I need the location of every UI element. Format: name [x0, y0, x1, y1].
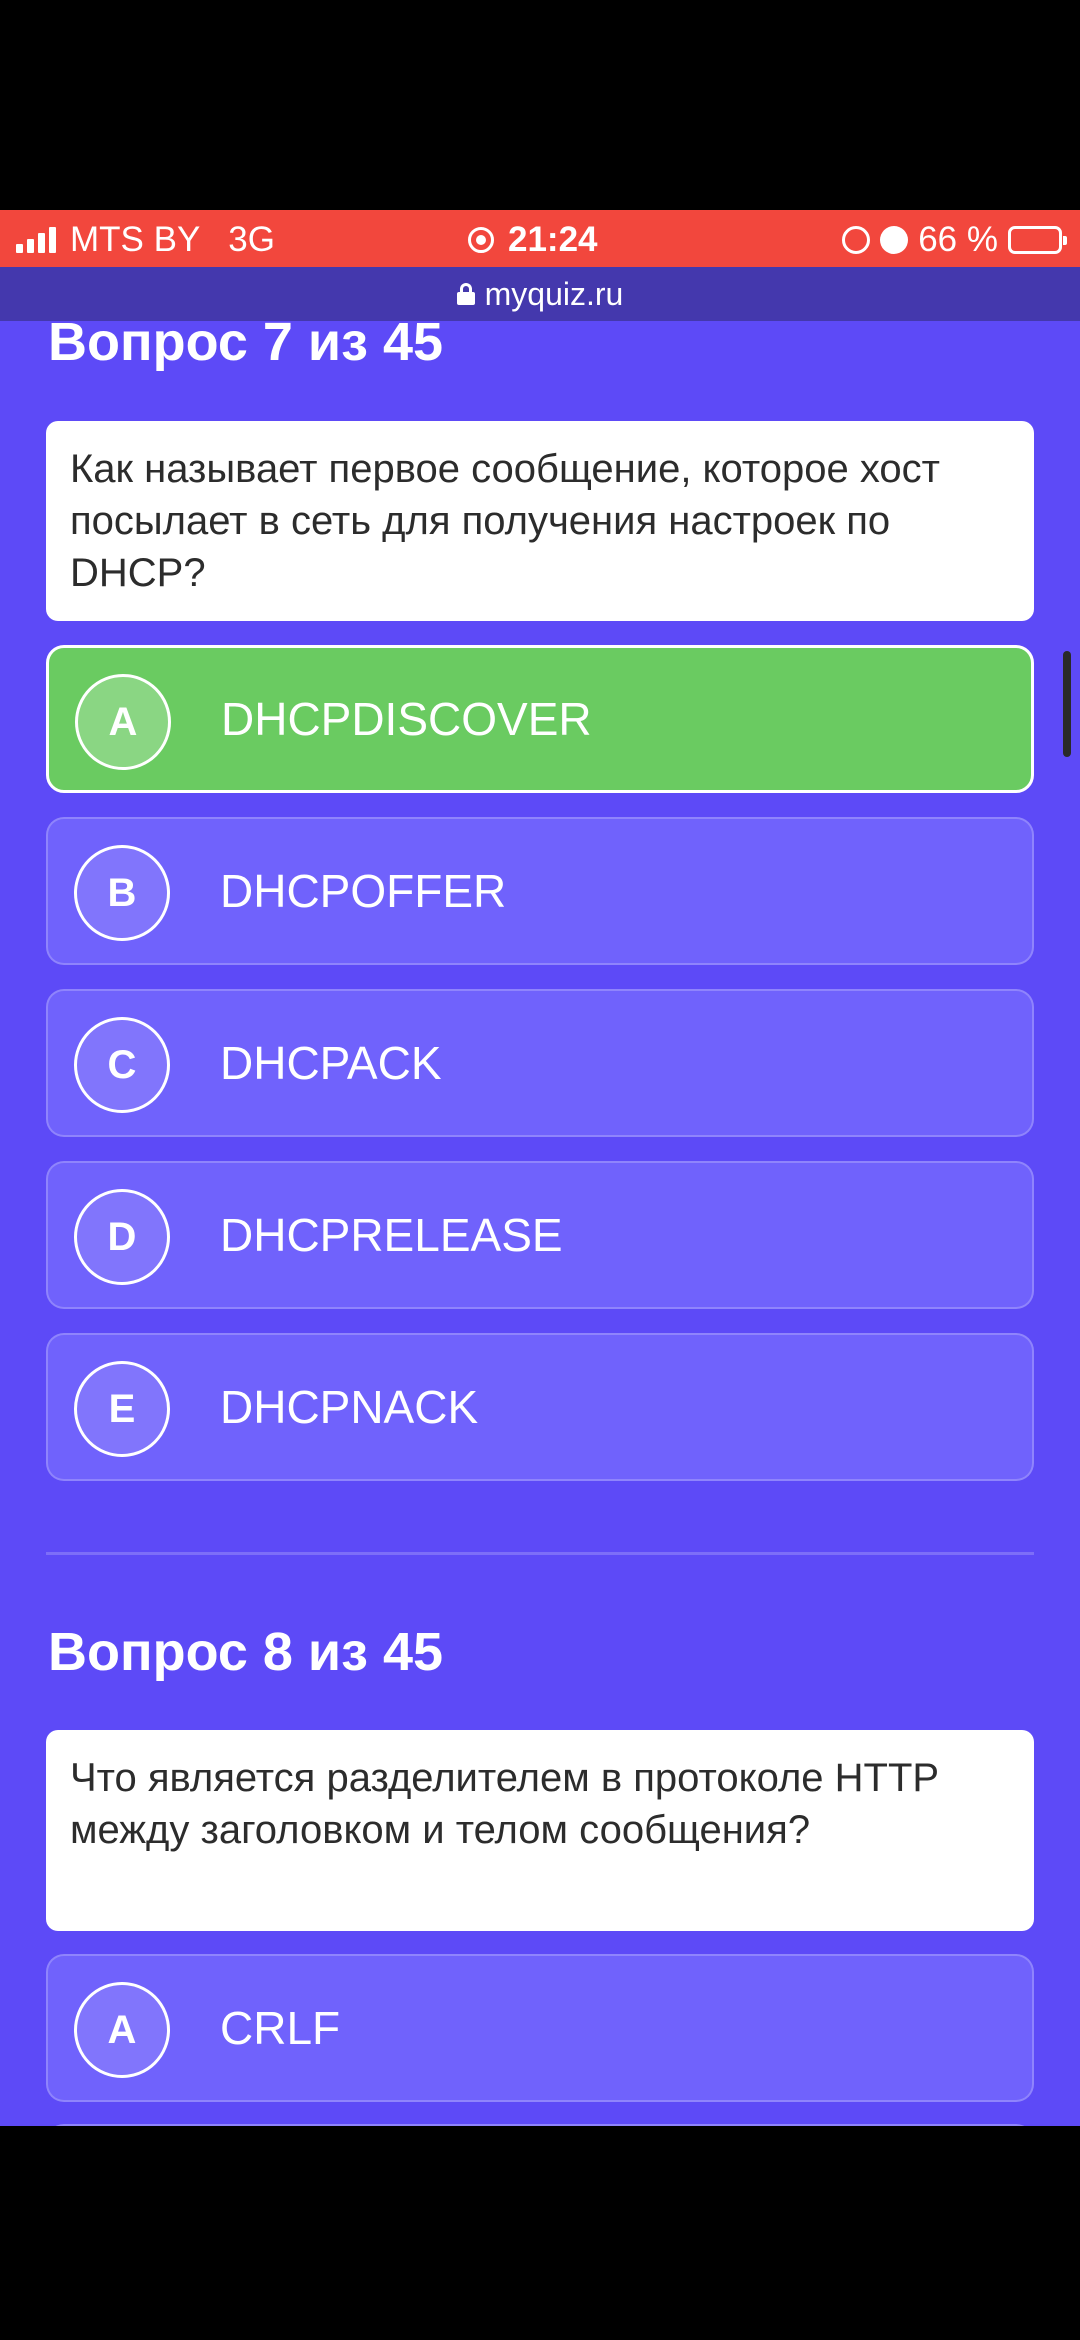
- carrier-label: MTS BY: [70, 220, 201, 259]
- url-text: myquiz.ru: [484, 275, 624, 312]
- question-7-title: Вопрос 7 из 45: [48, 321, 444, 372]
- alarm-icon: [880, 226, 909, 254]
- question-8-option-a[interactable]: A CRLF: [46, 1954, 1034, 2102]
- question-7-card: Как называет первое сообщение, которое х…: [46, 421, 1034, 621]
- option-label: DHCPACK: [220, 1037, 442, 1089]
- option-label: CRLF: [220, 2002, 341, 2054]
- quiz-page[interactable]: Вопрос 7 из 45 Как называет первое сообщ…: [0, 321, 1080, 2126]
- question-8-title: Вопрос 8 из 45: [48, 1622, 444, 1682]
- battery-percent: 66 %: [918, 220, 998, 259]
- status-left: MTS BY 3G: [16, 220, 275, 260]
- option-letter-badge: A: [75, 674, 171, 770]
- clock: 21:24: [508, 220, 598, 259]
- question-7-text: Как называет первое сообщение, которое х…: [70, 447, 940, 595]
- option-letter-badge: B: [74, 845, 170, 941]
- screen-record-icon: [468, 227, 494, 253]
- network-label: 3G: [228, 220, 275, 259]
- option-label: DHCPNACK: [220, 1381, 479, 1433]
- rotation-lock-icon: [842, 226, 871, 254]
- question-7-option-c[interactable]: C DHCPACK: [46, 989, 1034, 1137]
- bottom-black-bezel: [0, 2126, 1080, 2340]
- option-letter-badge: C: [74, 1017, 170, 1113]
- option-letter-badge: D: [74, 1189, 170, 1285]
- signal-icon: [16, 227, 56, 253]
- option-letter-badge: A: [74, 1982, 170, 2078]
- status-bar: MTS BY 3G 21:24 66 %: [0, 210, 1080, 267]
- top-black-bezel: [0, 0, 1080, 210]
- question-7-option-b[interactable]: B DHCPOFFER: [46, 817, 1034, 965]
- status-center: 21:24: [468, 220, 598, 260]
- status-right: 66 %: [842, 220, 1067, 260]
- question-7-option-a[interactable]: A DHCPDISCOVER: [46, 645, 1034, 793]
- option-letter-badge: E: [74, 1361, 170, 1457]
- question-divider: [46, 1552, 1034, 1555]
- question-8-card: Что является разделителем в протоколе HT…: [46, 1730, 1034, 1931]
- padlock-icon: [456, 283, 475, 305]
- option-label: DHCPRELEASE: [220, 1209, 563, 1261]
- battery-icon: [1008, 226, 1067, 254]
- scrollbar-thumb[interactable]: [1063, 651, 1071, 757]
- option-label: DHCPDISCOVER: [221, 693, 592, 745]
- question-8-text: Что является разделителем в протоколе HT…: [70, 1756, 939, 1852]
- question-7-option-e[interactable]: E DHCPNACK: [46, 1333, 1034, 1481]
- option-label: DHCPOFFER: [220, 865, 507, 917]
- address-bar[interactable]: myquiz.ru: [0, 267, 1080, 321]
- question-7-option-d[interactable]: D DHCPRELEASE: [46, 1161, 1034, 1309]
